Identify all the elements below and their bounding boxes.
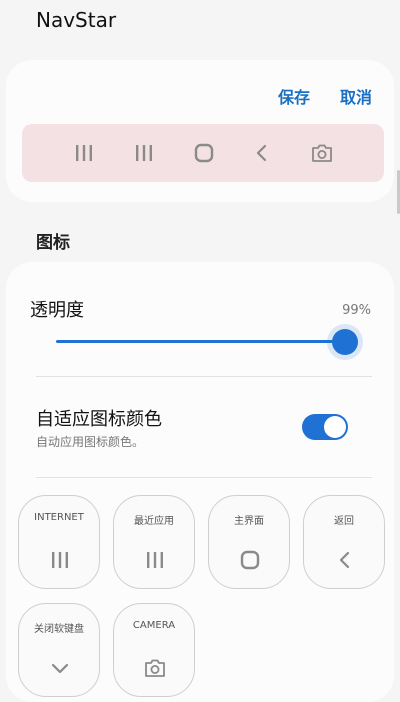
button-tile-label: CAMERA	[132, 620, 176, 631]
button-tile-recent-apps[interactable]: 最近应用	[113, 495, 195, 589]
button-tile-label: 关闭软键盘	[34, 624, 84, 635]
navbar-preview-card: 保存 取消	[6, 60, 394, 202]
app-title: NavStar	[36, 8, 117, 32]
button-tile-camera[interactable]: CAMERA	[113, 603, 195, 697]
divider	[36, 376, 372, 377]
chevron-down-icon	[48, 656, 72, 680]
back-icon[interactable]	[250, 141, 274, 165]
adaptive-color-title: 自适应图标颜色	[36, 409, 162, 430]
adaptive-color-toggle[interactable]	[302, 414, 348, 440]
button-tile-label: 主界面	[234, 516, 264, 527]
home-icon	[238, 548, 262, 572]
camera-icon[interactable]	[310, 141, 334, 165]
opacity-slider-track[interactable]	[56, 340, 348, 343]
button-tile-label: 返回	[334, 516, 354, 527]
adaptive-color-subtitle: 自动应用图标颜色。	[36, 435, 145, 449]
opacity-value: 99%	[342, 303, 371, 318]
button-tile-label: INTERNET	[34, 512, 84, 523]
home-icon[interactable]	[192, 141, 216, 165]
save-button[interactable]: 保存	[278, 84, 310, 108]
opacity-label: 透明度	[30, 300, 84, 321]
recents-icon	[143, 548, 167, 572]
recents-icon	[48, 548, 72, 572]
button-tile-hide-keyboard[interactable]: 关闭软键盘	[18, 603, 100, 697]
button-tile-home[interactable]: 主界面	[208, 495, 290, 589]
back-icon	[333, 548, 357, 572]
icons-section-header: 图标	[36, 233, 70, 253]
button-tile-internet[interactable]: INTERNET	[18, 495, 100, 589]
recents-icon[interactable]	[72, 141, 96, 165]
camera-icon	[143, 656, 167, 680]
opacity-slider-thumb[interactable]	[332, 329, 359, 355]
button-tile-label: 最近应用	[134, 516, 174, 527]
toggle-knob	[324, 416, 346, 438]
button-tile-back[interactable]: 返回	[303, 495, 385, 589]
cancel-button[interactable]: 取消	[340, 84, 372, 108]
recents-icon[interactable]	[132, 141, 156, 165]
divider	[36, 477, 372, 478]
navbar-preview	[22, 124, 384, 182]
